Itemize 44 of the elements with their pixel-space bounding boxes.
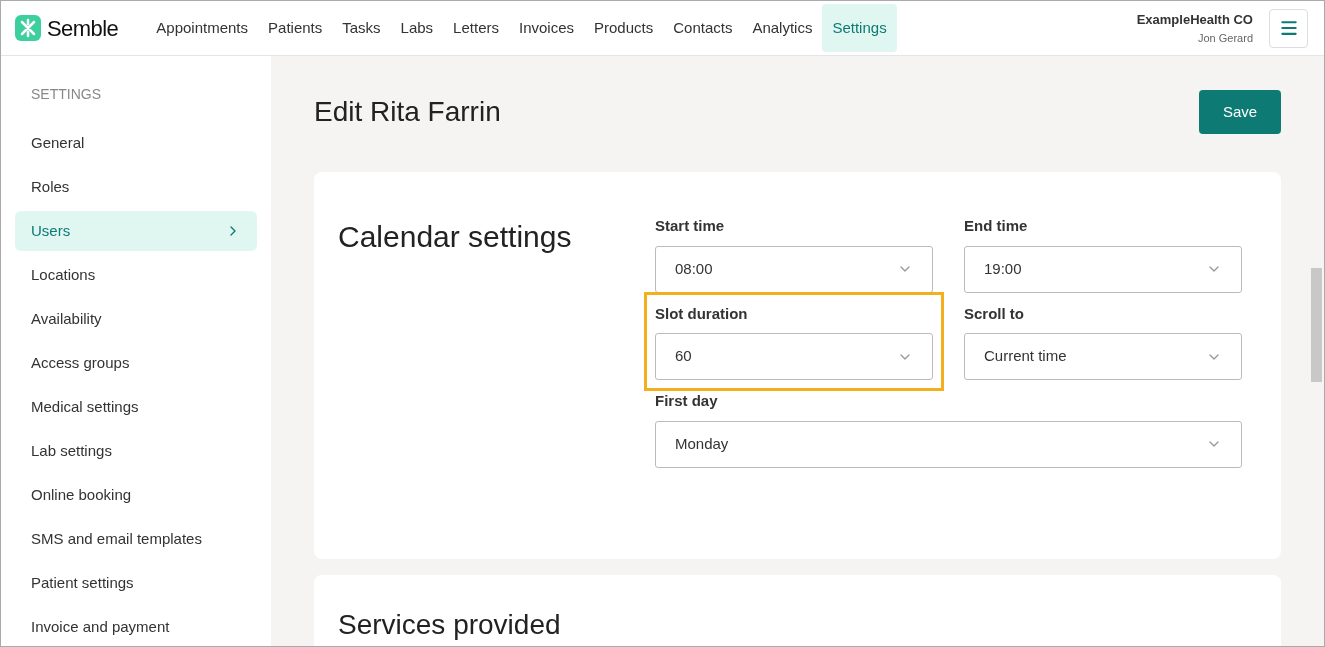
select-field[interactable]: 19:00: [964, 245, 1242, 293]
nav-link[interactable]: Patients: [258, 3, 333, 53]
menu-icon: [1278, 18, 1299, 38]
scrollbar-thumb[interactable]: [1311, 268, 1322, 382]
field-label: Scroll to: [964, 303, 1025, 324]
nav-link[interactable]: Labs: [390, 3, 444, 53]
sidebar-item[interactable]: Invoice and payment: [15, 607, 257, 646]
sidebar-item[interactable]: Availability: [15, 299, 257, 339]
sidebar-item[interactable]: General: [15, 123, 257, 163]
sidebar-item[interactable]: Access groups: [15, 343, 257, 383]
nav-link[interactable]: Products: [584, 3, 664, 53]
sidebar-item[interactable]: Online booking: [15, 475, 257, 515]
select-field[interactable]: Current time: [964, 333, 1242, 380]
nav-link[interactable]: Letters: [443, 3, 509, 53]
select-field[interactable]: 60: [655, 333, 933, 380]
select-field[interactable]: Monday: [655, 420, 1242, 468]
nav-link[interactable]: Contacts: [663, 3, 743, 53]
menu-button[interactable]: [1269, 8, 1308, 48]
sidebar-item[interactable]: Users: [15, 211, 257, 251]
sidebar-item[interactable]: Roles: [15, 167, 257, 207]
field-label: Slot duration: [655, 303, 749, 324]
nav-link[interactable]: Settings: [822, 3, 897, 53]
nav-link[interactable]: Analytics: [742, 3, 823, 53]
nav-link[interactable]: Appointments: [146, 3, 259, 53]
select-field[interactable]: 08:00: [655, 245, 933, 293]
user-name: Jon Gerard: [1197, 30, 1253, 46]
field-label: First day: [655, 391, 719, 411]
sidebar-item[interactable]: Lab settings: [15, 431, 257, 471]
sidebar-item[interactable]: Patient settings: [15, 563, 257, 603]
save-button[interactable]: Save: [1199, 90, 1281, 134]
logo-icon: [15, 15, 41, 41]
sidebar-item[interactable]: Medical settings: [15, 387, 257, 427]
nav-link[interactable]: Tasks: [332, 3, 391, 53]
brand-name: Semble: [47, 14, 119, 43]
page-title: Edit Rita Farrin: [314, 95, 501, 129]
organization-name: ExampleHealth CO: [1136, 11, 1253, 29]
sidebar-item[interactable]: SMS and email templates: [15, 519, 257, 559]
sidebar-heading: SETTINGS: [30, 85, 102, 104]
nav-link[interactable]: Invoices: [508, 3, 584, 53]
section-title: Calendar settings: [338, 219, 573, 255]
field-label: End time: [964, 216, 1029, 236]
sidebar-item[interactable]: Locations: [15, 255, 257, 295]
field-label: Start time: [655, 216, 726, 236]
section-title: Services provided: [338, 609, 562, 641]
